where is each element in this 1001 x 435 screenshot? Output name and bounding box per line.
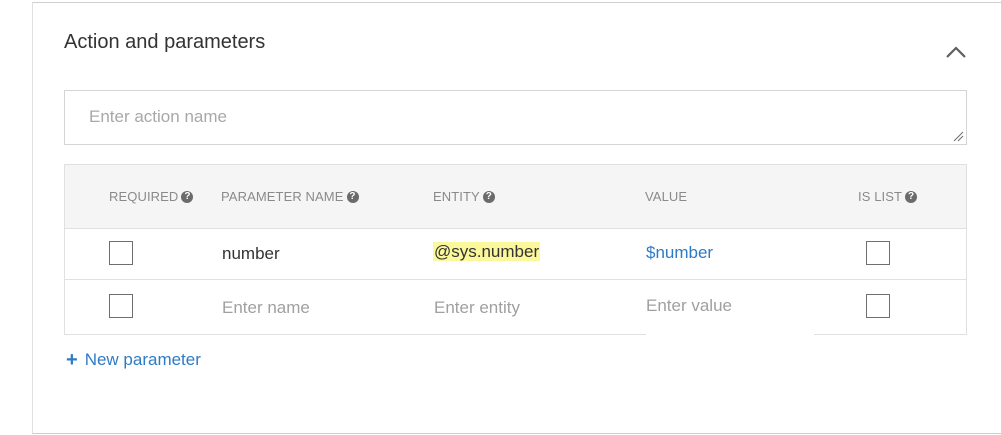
new-parameter-label: New parameter [84,350,201,369]
action-name-input[interactable] [65,91,966,144]
entity-cell[interactable]: @sys.number [433,242,541,262]
parameter-name-input[interactable] [222,298,412,318]
table-row: number @sys.number $number [65,228,966,280]
resize-grip-icon[interactable] [952,130,964,142]
parameter-name[interactable]: number [222,244,280,264]
help-icon[interactable]: ? [181,190,194,203]
plus-icon: + [66,349,78,371]
entity-value: @sys.number [433,242,541,261]
new-parameter-button[interactable]: + New parameter [66,350,201,370]
header-parameter-name: PARAMETER NAME ? [221,189,359,204]
help-icon[interactable]: ? [905,190,918,203]
chevron-up-icon [946,46,966,58]
action-name-box [64,90,967,145]
value-cell[interactable]: $number [646,243,713,263]
help-icon[interactable]: ? [346,190,359,203]
entity-input[interactable] [434,298,624,318]
required-checkbox[interactable] [109,294,133,318]
is-list-checkbox[interactable] [866,241,890,265]
table-row-new [65,280,966,336]
parameters-table: REQUIRED ? PARAMETER NAME ? ENTITY ? VAL… [64,164,967,336]
value-input[interactable] [646,296,806,316]
help-icon[interactable]: ? [482,190,495,203]
required-checkbox[interactable] [109,241,133,265]
section-title: Action and parameters [64,31,266,53]
header-required: REQUIRED ? [109,189,194,204]
page: Action and parameters REQUIRED ? PARAMET… [0,0,1001,435]
header-entity: ENTITY ? [433,189,495,204]
is-list-checkbox[interactable] [866,294,890,318]
table-header: REQUIRED ? PARAMETER NAME ? ENTITY ? VAL… [65,165,966,229]
collapse-button[interactable] [939,38,973,66]
value-input-wrap [646,280,814,336]
header-is-list: IS LIST ? [858,189,918,204]
header-value: VALUE [645,189,688,204]
